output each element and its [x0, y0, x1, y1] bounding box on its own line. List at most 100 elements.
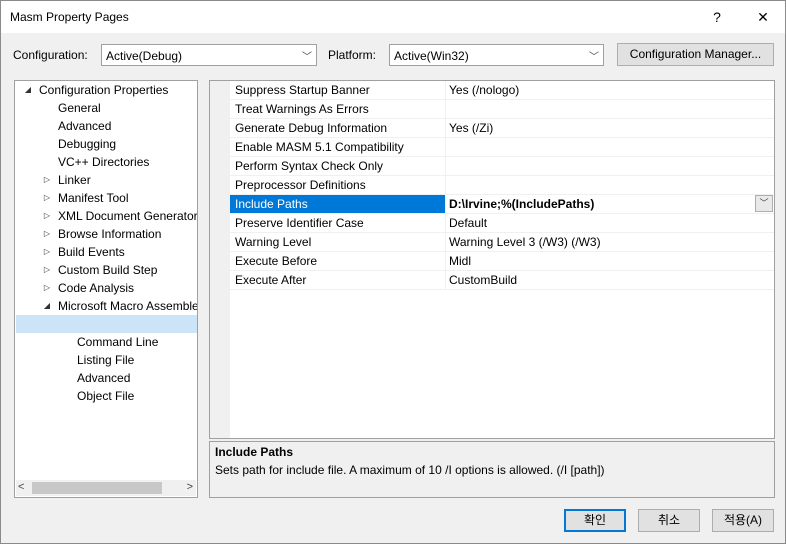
apply-button[interactable]: 적용(A) [712, 509, 774, 532]
configuration-manager-button[interactable]: Configuration Manager... [617, 43, 774, 66]
tree-item[interactable]: Advanced [15, 117, 197, 135]
column-divider [445, 176, 446, 195]
close-button[interactable]: ✕ [750, 5, 776, 29]
tree-item-label: Advanced [77, 371, 131, 385]
tree-item[interactable]: ▷ Browse Information [15, 225, 197, 243]
description-panel: Include Paths Sets path for include file… [209, 441, 775, 498]
tree-item-label: XML Document Generator [58, 209, 198, 223]
property-name: Execute After [235, 273, 307, 287]
scroll-left-icon[interactable]: < [18, 481, 24, 493]
tree-item[interactable]: ▷ Manifest Tool [15, 189, 197, 207]
property-row[interactable]: Preserve Identifier Case Default [230, 214, 774, 233]
collapse-arrow-icon[interactable]: ◢ [23, 81, 33, 99]
property-value[interactable]: Warning Level 3 (/W3) (/W3) [449, 235, 601, 249]
chevron-down-icon: ﹀ [589, 52, 599, 63]
property-row[interactable]: Perform Syntax Check Only [230, 157, 774, 176]
property-value[interactable]: CustomBuild [449, 273, 517, 287]
property-row[interactable]: Include Paths D:\Irvine;%(IncludePaths) ﹀ [230, 195, 774, 214]
property-row[interactable]: Enable MASM 5.1 Compatibility [230, 138, 774, 157]
property-value[interactable]: D:\Irvine;%(IncludePaths) [449, 197, 594, 211]
expand-arrow-icon[interactable]: ▷ [42, 225, 52, 243]
platform-combo[interactable]: Active(Win32) ﹀ [389, 44, 604, 66]
tree-item[interactable]: Object File [15, 387, 197, 405]
tree-item[interactable]: ▷ Linker [15, 171, 197, 189]
property-tree[interactable]: ◢ Configuration Properties General Advanced… [14, 80, 198, 498]
column-divider [445, 119, 446, 138]
property-value[interactable]: Yes (/Zi) [449, 121, 493, 135]
property-row[interactable]: Preprocessor Definitions [230, 176, 774, 195]
grid-margin [210, 81, 230, 438]
platform-value: Active(Win32) [394, 49, 469, 63]
expand-arrow-icon[interactable]: ▷ [42, 279, 52, 297]
tree-item-label: Configuration Properties [39, 83, 169, 97]
property-name: Preprocessor Definitions [235, 178, 366, 192]
ok-button[interactable]: 확인 [564, 509, 626, 532]
tree-item[interactable]: ▷ XML Document Generator [15, 207, 197, 225]
expand-arrow-icon[interactable]: ▷ [42, 207, 52, 225]
platform-label: Platform: [328, 48, 377, 62]
property-name: Treat Warnings As Errors [235, 102, 369, 116]
tree-item[interactable]: Advanced [15, 369, 197, 387]
tree-item-label: Build Events [58, 245, 125, 259]
tree-item[interactable]: ▷ Build Events [15, 243, 197, 261]
tree-item-label: Code Analysis [58, 281, 135, 295]
property-row[interactable]: Execute After CustomBuild [230, 271, 774, 290]
property-name: Preserve Identifier Case [235, 216, 364, 230]
chevron-down-icon[interactable]: ﹀ [755, 195, 773, 212]
tree-item[interactable]: VC++ Directories [15, 153, 197, 171]
collapse-arrow-icon[interactable]: ◢ [42, 297, 52, 315]
tree-item-label: General [58, 101, 101, 115]
property-name: Enable MASM 5.1 Compatibility [235, 140, 404, 154]
property-value[interactable]: Yes (/nologo) [449, 83, 519, 97]
expand-arrow-icon[interactable]: ▷ [42, 261, 52, 279]
expand-arrow-icon[interactable]: ▷ [42, 171, 52, 189]
tree-item[interactable]: ▷ Custom Build Step [15, 261, 197, 279]
tree-item[interactable]: Debugging [15, 135, 197, 153]
tree-item[interactable]: Command Line [15, 333, 197, 351]
tree-item[interactable]: ◢ Configuration Properties [15, 81, 197, 99]
expand-arrow-icon[interactable]: ▷ [42, 189, 52, 207]
tree-item[interactable]: General [15, 99, 197, 117]
property-row[interactable]: Treat Warnings As Errors [230, 100, 774, 119]
chevron-down-icon: ﹀ [302, 52, 312, 63]
tree-item[interactable]: ◢ Microsoft Macro Assembler [15, 297, 197, 315]
tree-item-label: Object File [77, 389, 135, 403]
description-text: Sets path for include file. A maximum of… [215, 463, 605, 477]
tree-item-label: Listing File [77, 353, 135, 367]
column-divider [445, 100, 446, 119]
property-name: Warning Level [235, 235, 312, 249]
tree-item-label: Debugging [58, 137, 117, 151]
column-divider [445, 214, 446, 233]
configuration-label: Configuration: [13, 48, 88, 62]
property-value[interactable]: Default [449, 216, 487, 230]
configuration-combo[interactable]: Active(Debug) ﹀ [101, 44, 317, 66]
column-divider [445, 252, 446, 271]
tree-selection-highlight [16, 315, 197, 333]
window-title: Masm Property Pages [10, 10, 129, 24]
tree-item-label: Advanced [58, 119, 112, 133]
property-row[interactable]: Execute Before Midl [230, 252, 774, 271]
tree-horizontal-scrollbar[interactable]: < > [16, 480, 196, 496]
tree-item-label: Custom Build Step [58, 263, 158, 277]
tree-item[interactable]: Listing File [15, 351, 197, 369]
tree-item-label: VC++ Directories [58, 155, 150, 169]
tree-item[interactable]: ▷ Code Analysis [15, 279, 197, 297]
column-divider [445, 157, 446, 176]
tree-item-label: Linker [58, 173, 91, 187]
property-name: Generate Debug Information [235, 121, 388, 135]
cancel-button[interactable]: 취소 [638, 509, 700, 532]
scroll-right-icon[interactable]: > [187, 481, 193, 493]
property-value[interactable]: Midl [449, 254, 471, 268]
property-name: Execute Before [235, 254, 318, 268]
property-row[interactable]: Warning Level Warning Level 3 (/W3) (/W3) [230, 233, 774, 252]
tree-item-label: Microsoft Macro Assembler [58, 299, 198, 313]
property-row[interactable]: Suppress Startup Banner Yes (/nologo) [230, 81, 774, 100]
help-button[interactable]: ? [704, 5, 730, 29]
property-name: Suppress Startup Banner [235, 83, 370, 97]
property-name: Include Paths [235, 197, 308, 211]
property-row[interactable]: Generate Debug Information Yes (/Zi) [230, 119, 774, 138]
expand-arrow-icon[interactable]: ▷ [42, 243, 52, 261]
scrollbar-thumb[interactable] [32, 482, 162, 494]
column-divider [445, 81, 446, 100]
description-title: Include Paths [215, 445, 294, 459]
